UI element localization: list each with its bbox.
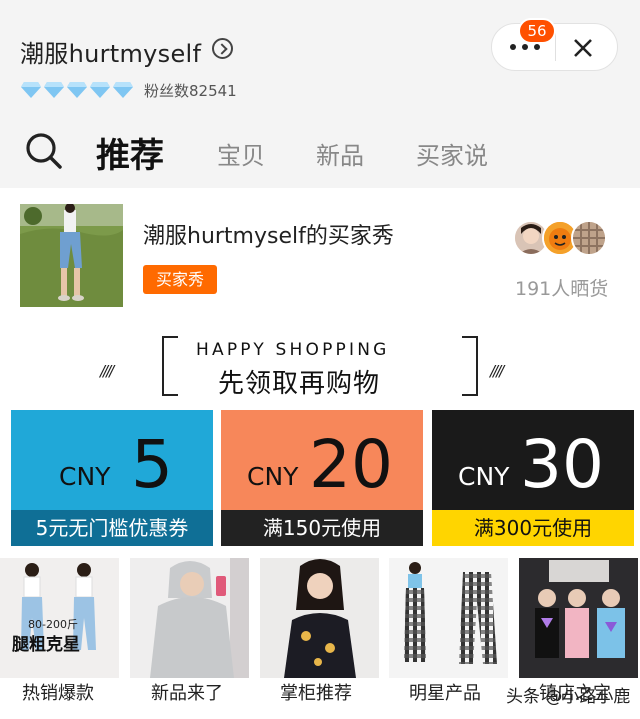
coupon-condition: 5元无门槛优惠券 <box>11 510 213 546</box>
shop-header: 潮服hurtmyself 粉丝数82541 56 推荐 宝贝 新品 买家说 <box>0 0 640 188</box>
diamond-icon <box>67 82 87 98</box>
buyer-show-title[interactable]: 潮服hurtmyself的买家秀 <box>143 218 394 250</box>
notification-badge: 56 <box>518 18 556 44</box>
coupon-amount: 20 <box>309 426 393 503</box>
coupon-amount: 30 <box>520 426 604 503</box>
fans-count: 粉丝数82541 <box>144 82 237 100</box>
category-star-products-photo <box>389 558 508 678</box>
category-star-products-label[interactable]: 明星产品 <box>409 679 481 705</box>
diamond-icon <box>113 82 133 98</box>
buyer-avatars <box>513 220 609 256</box>
coupon-20[interactable]: CNY 20 满150元使用 <box>221 410 423 546</box>
category-store-treasures-photo <box>519 558 638 678</box>
category-hot-sale-image[interactable]: 80-200斤 腿粗克星 <box>0 558 119 678</box>
buyer-show-thumbnail[interactable] <box>20 204 123 307</box>
search-icon[interactable] <box>24 131 64 171</box>
banner-slashes-right: //// <box>490 362 504 380</box>
category-shopkeeper-picks-image[interactable] <box>260 558 379 678</box>
shop-info-arrow-icon[interactable] <box>212 38 233 59</box>
tab-new-items[interactable]: 新品 <box>316 136 364 171</box>
coupon-30[interactable]: CNY 30 满300元使用 <box>432 410 634 546</box>
coupon-amount: 5 <box>131 426 173 503</box>
category-shopkeeper-picks-photo <box>260 558 379 678</box>
coupon-currency: CNY <box>59 462 111 491</box>
diamond-icon <box>44 82 64 98</box>
diamond-icon <box>21 82 41 98</box>
buyer-show-count: 191人晒货 <box>515 278 609 300</box>
tab-items[interactable]: 宝贝 <box>217 136 265 171</box>
category-new-arrivals-image[interactable] <box>130 558 249 678</box>
watermark: 头条 @小路小鹿 <box>506 687 631 707</box>
capsule-divider <box>555 33 556 61</box>
more-options-icon[interactable] <box>508 44 542 52</box>
tab-recommend[interactable]: 推荐 <box>96 128 164 177</box>
category-new-arrivals-photo <box>130 558 249 678</box>
diamond-icon <box>90 82 110 98</box>
category-hot-sale-slogan: 腿粗克星 <box>12 635 80 655</box>
buyer-show-photo <box>20 204 123 307</box>
category-new-arrivals-label[interactable]: 新品来了 <box>151 679 223 705</box>
shop-rating-diamonds <box>20 81 134 99</box>
banner-english: HAPPY SHOPPING <box>196 340 390 360</box>
coupon-currency: CNY <box>458 462 510 491</box>
coupon-condition: 满150元使用 <box>221 510 423 546</box>
buyer-show-tag: 买家秀 <box>143 265 217 294</box>
category-shopkeeper-picks-label[interactable]: 掌柜推荐 <box>280 679 352 705</box>
coupon-condition: 满300元使用 <box>432 510 634 546</box>
category-hot-sale-label[interactable]: 热销爆款 <box>22 679 94 705</box>
banner-bracket-right <box>462 336 478 396</box>
close-icon[interactable] <box>572 37 594 59</box>
category-store-treasures-image[interactable] <box>519 558 638 678</box>
banner-slashes-left: //// <box>100 362 114 380</box>
coupon-5[interactable]: CNY 5 5元无门槛优惠券 <box>11 410 213 546</box>
banner-chinese: 先领取再购物 <box>218 369 381 399</box>
shop-name[interactable]: 潮服hurtmyself <box>20 34 201 69</box>
category-star-products-image[interactable] <box>389 558 508 678</box>
coupon-currency: CNY <box>247 462 299 491</box>
banner-bracket-left <box>162 336 178 396</box>
tab-buyer-reviews[interactable]: 买家说 <box>416 136 488 171</box>
avatar <box>571 220 607 256</box>
